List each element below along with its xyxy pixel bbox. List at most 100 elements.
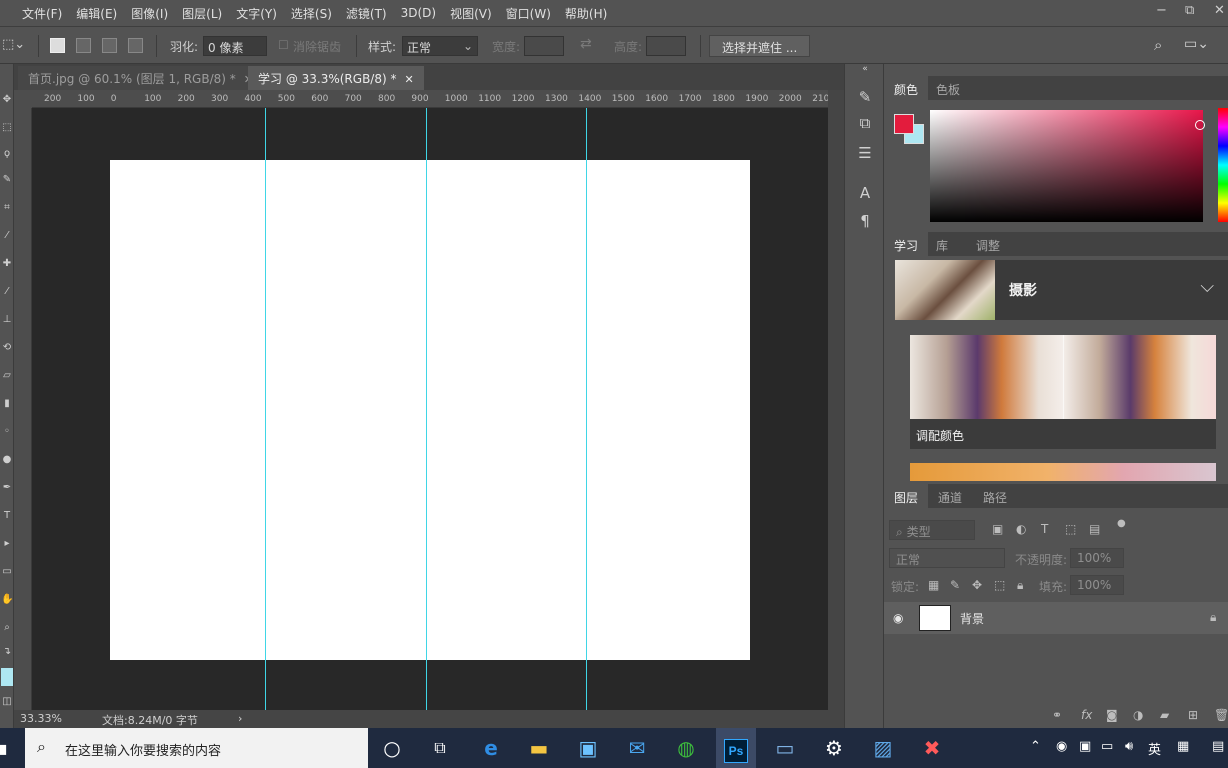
menu-file[interactable]: 文件(F) (15, 5, 69, 22)
visibility-eye-icon[interactable]: ◉ (893, 611, 903, 625)
move-tool-icon[interactable]: ✥ (1, 94, 13, 110)
task-view-icon[interactable]: ⧉ (426, 734, 454, 762)
taskbar-search-box[interactable]: ⌕ 在这里输入你要搜索的内容 (25, 728, 368, 768)
menu-layer[interactable]: 图层(L) (175, 5, 229, 22)
close-icon[interactable]: ✕ (404, 73, 413, 86)
menu-image[interactable]: 图像(I) (124, 5, 175, 22)
filter-shape-icon[interactable]: ⬚ (1065, 522, 1076, 536)
clone-source-icon[interactable]: ⧉ (855, 114, 875, 134)
adjustment-layer-icon[interactable]: ◑ (1133, 708, 1143, 722)
new-selection-icon[interactable] (50, 38, 65, 53)
hue-slider[interactable] (1218, 108, 1228, 222)
close-button[interactable]: ✕ (1214, 3, 1225, 18)
path-select-tool-icon[interactable]: ▸ (1, 538, 13, 554)
lock-artboard-icon[interactable]: ⬚ (994, 578, 1005, 592)
mail-icon[interactable]: ✉ (623, 734, 651, 762)
tab-home-document[interactable]: 首页.jpg @ 60.1% (图层 1, RGB/8) *✕ (18, 66, 263, 90)
tutorial-card[interactable] (910, 463, 1216, 481)
history-brush-icon[interactable]: ⟲ (1, 342, 13, 358)
new-group-icon[interactable]: ▰ (1160, 708, 1169, 722)
zoom-level[interactable]: 33.33% (20, 712, 62, 725)
restore-button[interactable]: ⧉ (1185, 3, 1194, 18)
menu-filter[interactable]: 滤镜(T) (339, 5, 394, 22)
tab-color[interactable]: 颜色 (884, 76, 929, 100)
foreground-color-swatch[interactable] (894, 114, 914, 134)
browser-icon[interactable]: ◍ (672, 734, 700, 762)
menu-edit[interactable]: 编辑(E) (69, 5, 124, 22)
document-canvas[interactable] (110, 160, 750, 660)
filter-pixel-icon[interactable]: ▣ (992, 522, 1003, 536)
lock-transparency-icon[interactable]: ▦ (928, 578, 939, 592)
tab-channels[interactable]: 通道 (928, 484, 972, 508)
vertical-scrollbar[interactable] (828, 90, 844, 728)
search-icon[interactable]: ⌕ (1154, 36, 1162, 54)
vertical-ruler[interactable] (14, 108, 32, 710)
photos-icon[interactable]: ▨ (869, 734, 897, 762)
shape-tool-icon[interactable]: ▭ (1, 566, 13, 582)
tab-libraries[interactable]: 库 (926, 232, 958, 256)
tab-layers[interactable]: 图层 (884, 484, 929, 508)
start-icon[interactable]: ▪ (0, 734, 8, 762)
ime-indicator[interactable]: 英 (1148, 739, 1161, 758)
minimize-button[interactable]: − (1156, 3, 1167, 18)
link-layers-icon[interactable]: ⚭ (1052, 708, 1062, 722)
brush-tool-icon[interactable]: ⁄ (1, 286, 13, 302)
tray-expand-icon[interactable]: ⌃ (1030, 739, 1041, 754)
menu-window[interactable]: 窗口(W) (499, 5, 558, 22)
properties-sliders-icon[interactable]: ☰ (855, 144, 875, 164)
collapse-arrows-icon[interactable]: « (855, 64, 875, 74)
menu-type[interactable]: 文字(Y) (229, 5, 284, 22)
photoshop-taskbar-item[interactable]: Ps (716, 728, 756, 768)
quick-mask-icon[interactable]: ◫ (1, 696, 13, 712)
opacity-input[interactable]: 100% (1070, 548, 1124, 568)
eyedropper-tool-icon[interactable]: ⁄ (1, 230, 13, 246)
canvas-workspace[interactable] (32, 108, 828, 710)
tray-dongle-icon[interactable]: ▣ (1079, 739, 1091, 754)
antialias-checkbox-icon[interactable]: ☐ (278, 38, 289, 52)
healing-tool-icon[interactable]: ✚ (1, 258, 13, 274)
add-mask-icon[interactable]: ◙ (1106, 708, 1118, 722)
layer-filter-select[interactable]: ⌕ 类型 (889, 520, 975, 540)
new-layer-icon[interactable]: ⊞ (1188, 708, 1198, 722)
layer-row[interactable]: ◉ 背景 🔒︎ (884, 602, 1228, 634)
fill-input[interactable]: 100% (1070, 575, 1124, 595)
tab-swatches[interactable]: 色板 (926, 76, 970, 100)
background-color-swatch[interactable] (1, 668, 13, 686)
filter-toggle-icon[interactable]: ● (1117, 518, 1126, 529)
delete-layer-icon[interactable]: 🗑︎ (1214, 708, 1228, 722)
tab-paths[interactable]: 路径 (973, 484, 1017, 508)
store-icon[interactable]: ▣ (574, 734, 602, 762)
tab-adjustments[interactable]: 调整 (966, 232, 1010, 256)
horizontal-ruler[interactable]: 200 100 0 100 200 300 400 500 600 700 800 900 1000 11… (32, 90, 828, 108)
menu-select[interactable]: 选择(S) (284, 5, 339, 22)
gradient-tool-icon[interactable]: ▮ (1, 398, 13, 414)
subtract-selection-icon[interactable] (102, 38, 117, 53)
character-panel-icon[interactable]: A (855, 184, 875, 204)
color-picker-handle-icon[interactable] (1195, 120, 1205, 130)
add-selection-icon[interactable] (76, 38, 91, 53)
menu-3d[interactable]: 3D(D) (394, 6, 443, 20)
paragraph-panel-icon[interactable]: ¶ (855, 212, 875, 232)
blend-mode-select[interactable]: 正常 (889, 548, 1005, 568)
tray-app-icon[interactable]: ◉ (1056, 739, 1067, 754)
width-input[interactable] (524, 36, 564, 56)
swap-colors-icon[interactable]: ↴ (1, 646, 13, 662)
keyboard-grid-icon[interactable]: ▦ (1177, 739, 1189, 754)
vertical-guide[interactable] (426, 108, 427, 710)
filter-adjustment-icon[interactable]: ◐ (1016, 522, 1026, 536)
file-explorer-icon[interactable]: ▬ (525, 734, 553, 762)
menu-help[interactable]: 帮助(H) (558, 5, 614, 22)
tutorial-card[interactable]: 调配颜色 (910, 335, 1216, 449)
tab-learn[interactable]: 学习 (884, 232, 929, 256)
style-select[interactable]: 正常 ⌄ (402, 36, 478, 56)
height-input[interactable] (646, 36, 686, 56)
vertical-guide[interactable] (265, 108, 266, 710)
monitor-icon[interactable]: ▭ (771, 734, 799, 762)
zoom-tool-icon[interactable]: ⌕ (1, 622, 13, 638)
notification-icon[interactable]: ▤ (1212, 739, 1224, 754)
network-icon[interactable]: ▭ (1101, 739, 1113, 754)
crop-tool-icon[interactable]: ⌗ (1, 202, 13, 218)
blur-tool-icon[interactable]: ◦ (1, 426, 13, 442)
fx-icon[interactable]: fx (1081, 708, 1092, 722)
cortana-icon[interactable]: ○ (378, 734, 406, 762)
